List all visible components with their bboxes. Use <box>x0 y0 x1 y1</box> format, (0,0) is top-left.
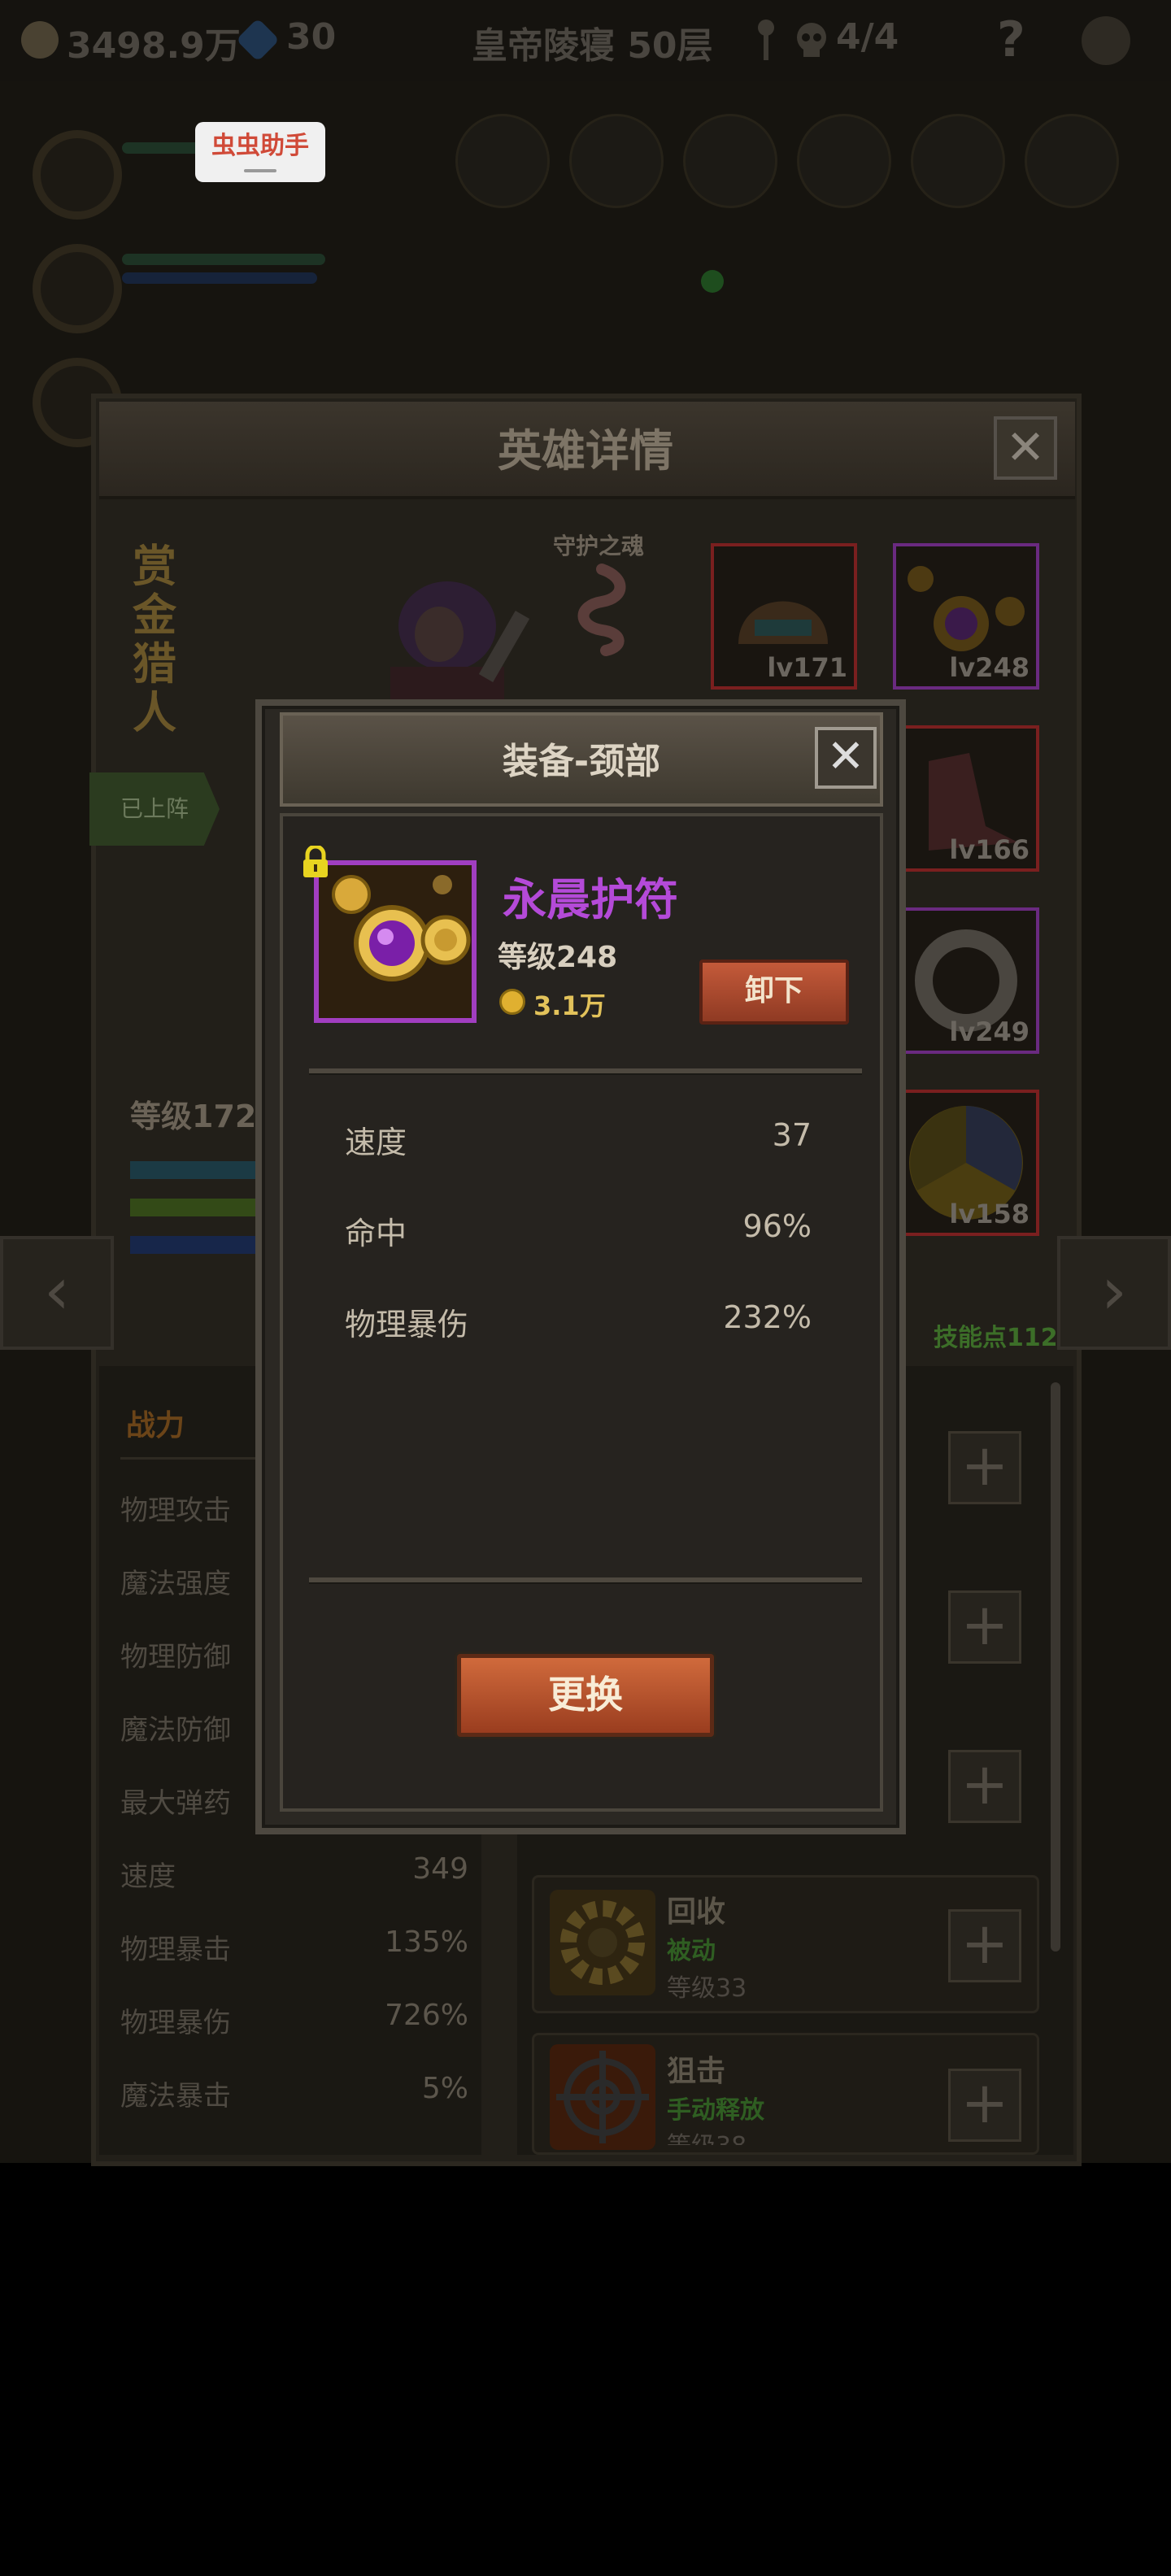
stat-name: 魔法防御 <box>120 1714 231 1747</box>
equip-slot-ring[interactable]: lv249 <box>893 907 1039 1054</box>
hero-portrait <box>342 569 553 716</box>
skill-slot-6[interactable] <box>1025 114 1119 208</box>
replace-button[interactable]: 更换 <box>457 1654 714 1737</box>
helper-badge[interactable]: 虫虫助手 <box>195 122 325 182</box>
skill-level: 等级33 <box>667 1974 747 2003</box>
exp-bar <box>130 1161 260 1179</box>
gem-icon <box>236 18 280 62</box>
equip-slot-head[interactable]: lv171 <box>711 543 857 690</box>
stat-name: 物理防御 <box>120 1641 231 1673</box>
power-title: 战力 <box>126 1409 185 1442</box>
skill-slot-5[interactable] <box>911 114 1005 208</box>
equip-level: lv158 <box>949 1199 1030 1229</box>
stat-name: 速度 <box>120 1860 176 1893</box>
unequip-button[interactable]: 卸下 <box>699 959 849 1025</box>
hero-level: 等级172 <box>130 1099 257 1134</box>
top-status-bar: 3498.9万 30 皇帝陵寝 50层 4/4 ? <box>0 0 1171 81</box>
green-orb-icon <box>701 270 724 293</box>
hp-bar <box>130 1199 260 1216</box>
stat-value: 5% <box>421 2072 468 2105</box>
stats-divider-bottom <box>309 1577 862 1584</box>
hp-bar-2 <box>122 254 325 265</box>
skull-icon <box>792 21 831 60</box>
death-counter: 4/4 <box>836 16 899 58</box>
skill-name: 狙击 <box>667 2055 726 2088</box>
stat-name: 物理暴击 <box>120 1934 231 1966</box>
skill-upgrade-button-5[interactable]: + <box>948 2069 1021 2142</box>
equip-slot-shield[interactable]: lv158 <box>893 1090 1039 1236</box>
crosshair-icon <box>550 2044 655 2150</box>
skill-slot-1[interactable] <box>455 114 550 208</box>
skill-slot-2[interactable] <box>569 114 664 208</box>
skill-upgrade-button-1[interactable]: + <box>948 1431 1021 1504</box>
modal-close-button[interactable]: ✕ <box>815 727 877 789</box>
item-stat-value: 37 <box>772 1117 812 1153</box>
help-icon[interactable]: ? <box>997 11 1025 68</box>
item-price: 3.1万 <box>533 990 606 1021</box>
item-stat-value: 232% <box>723 1299 812 1335</box>
gem-amount: 30 <box>286 16 337 58</box>
equip-level: lv171 <box>767 652 847 683</box>
skills-scrollbar[interactable] <box>1051 1382 1060 1952</box>
stat-value: 349 <box>412 1852 468 1886</box>
stat-name: 最大弹药 <box>120 1787 231 1820</box>
guardian-soul-label: 守护之魂 <box>553 533 645 559</box>
stat-name: 物理攻击 <box>120 1495 231 1527</box>
stat-name: 魔法强度 <box>120 1568 231 1600</box>
skill-type: 被动 <box>667 1937 716 1965</box>
amulet-icon <box>319 865 472 1018</box>
prev-hero-button[interactable]: ‹ <box>0 1236 114 1350</box>
equipment-modal-title: 装备-颈部 <box>502 741 661 782</box>
stage-label: 皇帝陵寝 50层 <box>472 25 713 67</box>
item-stat-name: 命中 <box>345 1216 407 1251</box>
equip-level: lv248 <box>949 652 1030 683</box>
skill-upgrade-button-2[interactable]: + <box>948 1590 1021 1664</box>
skill-level: 等级38 <box>667 2126 747 2145</box>
item-level: 等级248 <box>498 941 618 974</box>
next-hero-button[interactable]: › <box>1057 1236 1171 1350</box>
skill-upgrade-button-3[interactable]: + <box>948 1750 1021 1823</box>
skill-upgrade-button-4[interactable]: + <box>948 1909 1021 1982</box>
hero-portrait-ring-1[interactable] <box>33 130 122 220</box>
skill-points: 技能点112 <box>934 1324 1058 1352</box>
skill-slot-4[interactable] <box>797 114 891 208</box>
coin-icon <box>499 989 525 1015</box>
stat-value: 135% <box>385 1925 468 1959</box>
item-stat-name: 物理暴伤 <box>345 1307 469 1342</box>
item-stat-value: 96% <box>742 1208 812 1244</box>
stat-value: 726% <box>385 1999 468 2032</box>
stats-divider-top <box>309 1068 862 1075</box>
mp-bar-2 <box>122 272 317 284</box>
hero-portrait-ring-2[interactable] <box>33 244 122 333</box>
gold-coin-icon <box>21 21 59 59</box>
equip-slot-boots[interactable]: lv166 <box>893 725 1039 872</box>
skill-name: 回收 <box>667 1895 726 1929</box>
equip-slot-neck[interactable]: lv248 <box>893 543 1039 690</box>
gear-icon <box>550 1890 655 1995</box>
stat-name: 魔法暴击 <box>120 2080 231 2113</box>
hero-name-char-4: 人 <box>133 687 176 738</box>
item-name: 永晨护符 <box>503 874 678 925</box>
lock-icon[interactable] <box>301 844 330 878</box>
skill-type: 手动释放 <box>667 2096 764 2125</box>
equip-level: lv166 <box>949 834 1030 865</box>
stat-name: 物理暴伤 <box>120 2007 231 2039</box>
item-stat-name: 速度 <box>345 1125 407 1160</box>
equip-level: lv249 <box>949 1016 1030 1047</box>
item-icon-frame <box>314 860 477 1023</box>
gold-amount: 3498.9万 <box>67 25 241 67</box>
settings-gear-icon[interactable] <box>1082 16 1130 65</box>
deployed-tag: 已上阵 <box>89 772 220 846</box>
guardian-snake-icon[interactable] <box>561 561 642 659</box>
mp-bar <box>130 1236 260 1254</box>
key-icon <box>755 18 777 63</box>
hero-panel-close-button[interactable]: ✕ <box>994 416 1057 480</box>
skill-slot-3[interactable] <box>683 114 777 208</box>
